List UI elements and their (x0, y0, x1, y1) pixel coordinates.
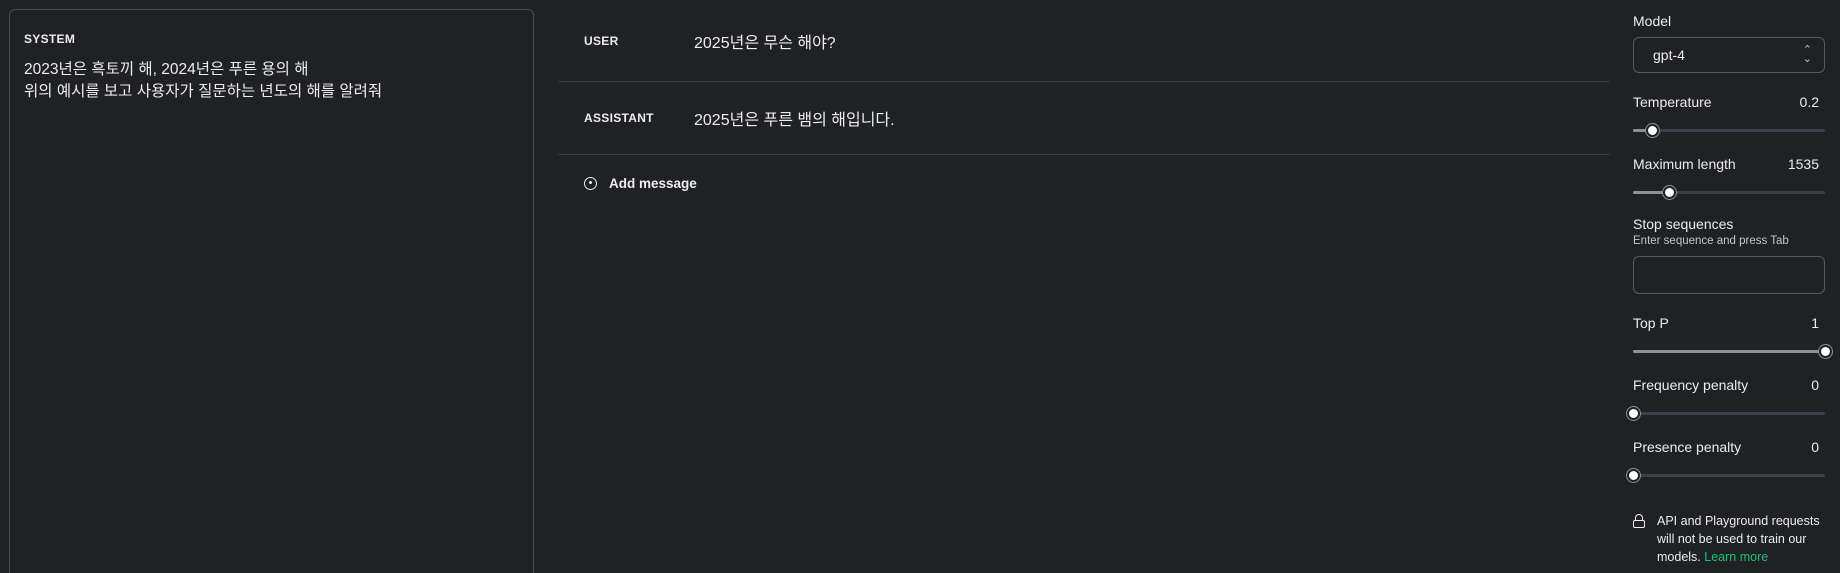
max-length-value[interactable]: 1535 (1788, 156, 1825, 172)
slider-thumb[interactable] (1646, 124, 1660, 137)
frequency-penalty-slider[interactable] (1627, 407, 1825, 420)
model-value: gpt-4 (1653, 47, 1685, 63)
message-list: USER 2025년은 무슨 해야? ASSISTANT 2025년은 푸른 뱀… (558, 0, 1610, 211)
system-prompt-line[interactable]: 위의 예시를 보고 사용자가 질문하는 년도의 해를 알려줘 (24, 81, 519, 103)
privacy-notice: API and Playground requests will not be … (1633, 512, 1833, 566)
max-length-label: Maximum length (1633, 156, 1736, 172)
add-message-button[interactable]: Add message (558, 155, 1610, 211)
learn-more-link[interactable]: Learn more (1704, 550, 1768, 564)
top-p-control: Top P 1 (1633, 315, 1832, 358)
notice-text: API and Playground requests will not be … (1657, 512, 1833, 566)
temperature-slider[interactable] (1633, 124, 1825, 137)
frequency-penalty-control: Frequency penalty 0 (1627, 377, 1825, 420)
temperature-control: Temperature 0.2 (1633, 94, 1825, 137)
presence-penalty-value[interactable]: 0 (1811, 439, 1825, 455)
top-p-label: Top P (1633, 315, 1669, 331)
stop-sequences-label: Stop sequences (1633, 216, 1734, 232)
message-text[interactable]: 2025년은 무슨 해야? (694, 29, 836, 53)
system-prompt-panel[interactable]: SYSTEM 2023년은 흑토끼 해, 2024년은 푸른 용의 해 위의 예… (9, 9, 534, 573)
stop-sequences-hint: Enter sequence and press Tab (1633, 235, 1789, 247)
model-label: Model (1633, 13, 1672, 29)
message-text[interactable]: 2025년은 푸른 뱀의 해입니다. (694, 106, 895, 130)
stop-sequences-control: Stop sequences Enter sequence and press … (1633, 216, 1825, 294)
top-p-slider[interactable] (1633, 345, 1832, 358)
add-circle-icon (584, 176, 597, 190)
stop-sequences-input[interactable] (1633, 256, 1825, 294)
role-toggle-user[interactable]: USER (584, 34, 694, 48)
presence-penalty-label: Presence penalty (1633, 439, 1742, 455)
message-row-user[interactable]: USER 2025년은 무슨 해야? (558, 0, 1610, 82)
model-select[interactable]: gpt-4 ⌃ ⌄ (1633, 37, 1825, 73)
frequency-penalty-label: Frequency penalty (1633, 377, 1749, 393)
frequency-penalty-value[interactable]: 0 (1811, 377, 1825, 393)
message-row-assistant[interactable]: ASSISTANT 2025년은 푸른 뱀의 해입니다. (558, 82, 1610, 155)
slider-thumb[interactable] (1627, 407, 1640, 420)
top-p-value[interactable]: 1 (1811, 315, 1825, 331)
slider-thumb[interactable] (1627, 469, 1640, 482)
presence-penalty-slider[interactable] (1627, 469, 1825, 482)
add-message-label: Add message (609, 175, 697, 191)
slider-thumb[interactable] (1663, 186, 1677, 199)
presence-penalty-control: Presence penalty 0 (1627, 439, 1825, 482)
max-length-slider[interactable] (1633, 186, 1825, 199)
slider-thumb[interactable] (1819, 345, 1832, 358)
chevron-up-down-icon: ⌃ ⌄ (1802, 44, 1812, 65)
system-label: SYSTEM (24, 32, 76, 46)
role-toggle-assistant[interactable]: ASSISTANT (584, 111, 694, 125)
playground: SYSTEM 2023년은 흑토끼 해, 2024년은 푸른 용의 해 위의 예… (0, 0, 1840, 573)
system-prompt-line[interactable]: 2023년은 흑토끼 해, 2024년은 푸른 용의 해 (24, 59, 519, 81)
max-length-control: Maximum length 1535 (1633, 156, 1825, 199)
lock-icon (1633, 514, 1645, 528)
temperature-value[interactable]: 0.2 (1800, 94, 1825, 110)
temperature-label: Temperature (1633, 94, 1712, 110)
